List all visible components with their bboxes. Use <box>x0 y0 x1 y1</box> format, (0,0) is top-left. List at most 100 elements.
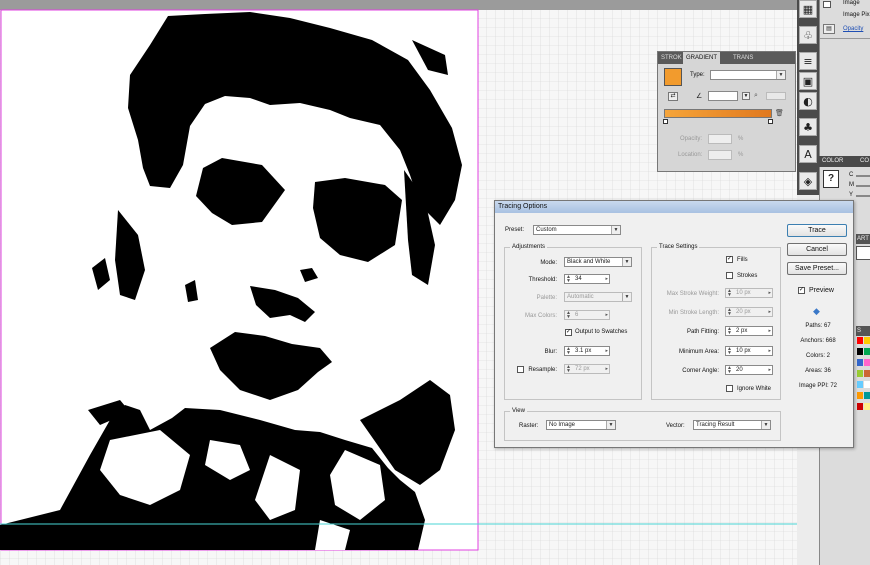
appearance-icon[interactable]: ▤ <box>823 24 835 34</box>
adjustments-title: Adjustments <box>510 244 548 250</box>
opacity-label: Opacity: <box>680 136 703 142</box>
min-stroke-length-field[interactable]: ▲ ▼ 20 px ▸ <box>725 307 773 317</box>
location-field[interactable] <box>708 150 732 160</box>
ignore-white-label: Ignore White <box>737 386 772 392</box>
dialog-title: Tracing Options <box>495 201 853 213</box>
vector-label: Vector: <box>666 423 685 429</box>
swatch[interactable] <box>864 403 870 410</box>
type-icon[interactable]: A <box>799 145 817 163</box>
symbols-icon[interactable]: ♧ <box>799 26 817 44</box>
swatch[interactable] <box>864 337 870 344</box>
swatch-grid[interactable] <box>857 337 870 413</box>
opacity-unit: % <box>738 136 744 142</box>
tracing-info-icon: ◆ <box>813 306 820 316</box>
trace-settings-group: Trace Settings <box>651 244 781 400</box>
location-label: Location: <box>678 152 703 158</box>
palette-label: Palette: <box>536 295 557 301</box>
trace-button[interactable]: Trace <box>787 224 847 237</box>
gradient-swatch[interactable] <box>664 68 682 86</box>
swatch[interactable] <box>864 348 870 355</box>
preset-label: Preset: <box>505 227 525 233</box>
output-swatches-label: Output to Swatches <box>575 329 628 335</box>
gradient-slider[interactable] <box>664 109 772 118</box>
resample-checkbox[interactable] <box>517 366 524 373</box>
threshold-field[interactable]: ▲ ▼ 34 ▸ <box>564 274 610 284</box>
color-y-label: Y <box>849 192 854 198</box>
minimum-area-field[interactable]: ▲ ▼ 10 px ▸ <box>725 346 773 356</box>
resample-field[interactable]: ▲ ▼ 72 px ▸ <box>564 364 610 374</box>
mode-label: Mode: <box>540 260 557 266</box>
image-checkbox[interactable] <box>823 1 831 8</box>
swatch[interactable] <box>857 403 863 410</box>
angle-field[interactable] <box>708 91 738 101</box>
trace-settings-title: Trace Settings <box>657 244 700 250</box>
appearance-icon[interactable]: ◐ <box>799 92 817 110</box>
swatch[interactable] <box>857 348 863 355</box>
swatch[interactable] <box>857 359 863 366</box>
graphic-styles-icon[interactable]: ♣ <box>799 118 817 136</box>
tab-transparency[interactable]: TRANS <box>730 52 756 64</box>
layers-icon[interactable]: ◈ <box>799 172 817 190</box>
swatch[interactable] <box>857 337 863 344</box>
swatch[interactable] <box>857 381 863 388</box>
strokes-checkbox[interactable] <box>726 272 733 279</box>
corner-angle-field[interactable]: ▲ ▼ 20 ▸ <box>725 365 773 375</box>
color-panel-tab[interactable]: COLOR <box>822 158 843 164</box>
type-select[interactable]: ▼ <box>710 70 786 80</box>
swatch-library-icon[interactable]: ▦ <box>799 0 817 18</box>
output-swatches-checkbox[interactable]: ✓ <box>565 329 572 336</box>
max-colors-field[interactable]: ▲ ▼ 6 ▸ <box>564 310 610 320</box>
preset-select[interactable]: Custom ▼ <box>533 225 621 235</box>
gradient-panel: STROK GRADIENT TRANS Type: ▼ ⇄ ∠ ▼ ⌕ 🗑 O… <box>657 51 796 172</box>
art-panel-tab[interactable]: ART <box>856 234 870 244</box>
gradient-panel-icon[interactable]: ▣ <box>799 72 817 90</box>
strokes-label: Strokes <box>737 273 758 279</box>
gradient-stop-left[interactable] <box>663 119 668 124</box>
stroke-panel-icon[interactable]: ≡ <box>799 52 817 70</box>
swatch[interactable] <box>857 370 863 377</box>
reverse-gradient-icon[interactable]: ⇄ <box>668 92 678 101</box>
anchors-stat: Anchors: 668 <box>800 338 836 344</box>
ignore-white-checkbox[interactable] <box>726 385 733 392</box>
color-guide-tab[interactable]: CO <box>860 158 869 164</box>
threshold-label: Threshold: <box>528 277 557 283</box>
gradient-stop-right[interactable] <box>768 119 773 124</box>
path-fitting-field[interactable]: ▲ ▼ 2 px ▸ <box>725 326 773 336</box>
swatch[interactable] <box>864 359 870 366</box>
tab-stroke[interactable]: STROK <box>658 52 685 64</box>
fill-stroke-help-icon[interactable]: ? <box>823 170 839 188</box>
path-fitting-label: Path Fitting: <box>686 329 719 335</box>
image-label: Image <box>843 0 860 6</box>
tab-gradient[interactable]: GRADIENT <box>683 52 721 64</box>
art-brush-thumbnail[interactable] <box>856 246 870 260</box>
aspect-ratio-field[interactable] <box>766 92 786 100</box>
min-stroke-length-label: Min Stroke Length: <box>668 310 719 316</box>
image-pix-label: Image Pix <box>843 12 870 18</box>
save-preset-button[interactable]: Save Preset... <box>787 262 847 275</box>
swatch[interactable] <box>864 392 870 399</box>
mode-select[interactable]: Black and White ▼ <box>564 257 632 267</box>
blur-field[interactable]: ▲ ▼ 3.1 px ▸ <box>564 346 610 356</box>
swatch[interactable] <box>864 381 870 388</box>
angle-dropdown-icon[interactable]: ▼ <box>742 92 750 100</box>
raster-select[interactable]: No Image ▼ <box>546 420 616 430</box>
preview-checkbox[interactable]: ✓ <box>798 287 805 294</box>
aspect-ratio-icon: ⌕ <box>754 92 758 99</box>
delete-stop-icon[interactable]: 🗑 <box>775 109 784 118</box>
blur-label: Blur: <box>544 349 557 355</box>
fills-checkbox[interactable]: ✓ <box>726 256 733 263</box>
view-title: View <box>510 408 527 414</box>
tracing-options-dialog: Tracing Options Preset: Custom ▼ Adjustme… <box>494 200 854 448</box>
vector-select[interactable]: Tracing Result ▼ <box>693 420 771 430</box>
palette-select[interactable]: Automatic ▼ <box>564 292 632 302</box>
cancel-button[interactable]: Cancel <box>787 243 847 256</box>
max-stroke-weight-field[interactable]: ▲ ▼ 10 px ▸ <box>725 288 773 298</box>
opacity-field[interactable] <box>708 134 732 144</box>
panel-icon-strip: ▦ ♧ ≡ ▣ ◐ ♣ A ◈ <box>797 0 819 195</box>
swatch[interactable] <box>864 370 870 377</box>
swatch[interactable] <box>857 392 863 399</box>
color-panel-header: COLOR CO <box>819 156 870 167</box>
opacity-link[interactable]: Opacity <box>843 26 863 32</box>
swatches-panel-tab[interactable]: S <box>856 326 870 336</box>
resample-label: Resample: <box>528 367 557 373</box>
